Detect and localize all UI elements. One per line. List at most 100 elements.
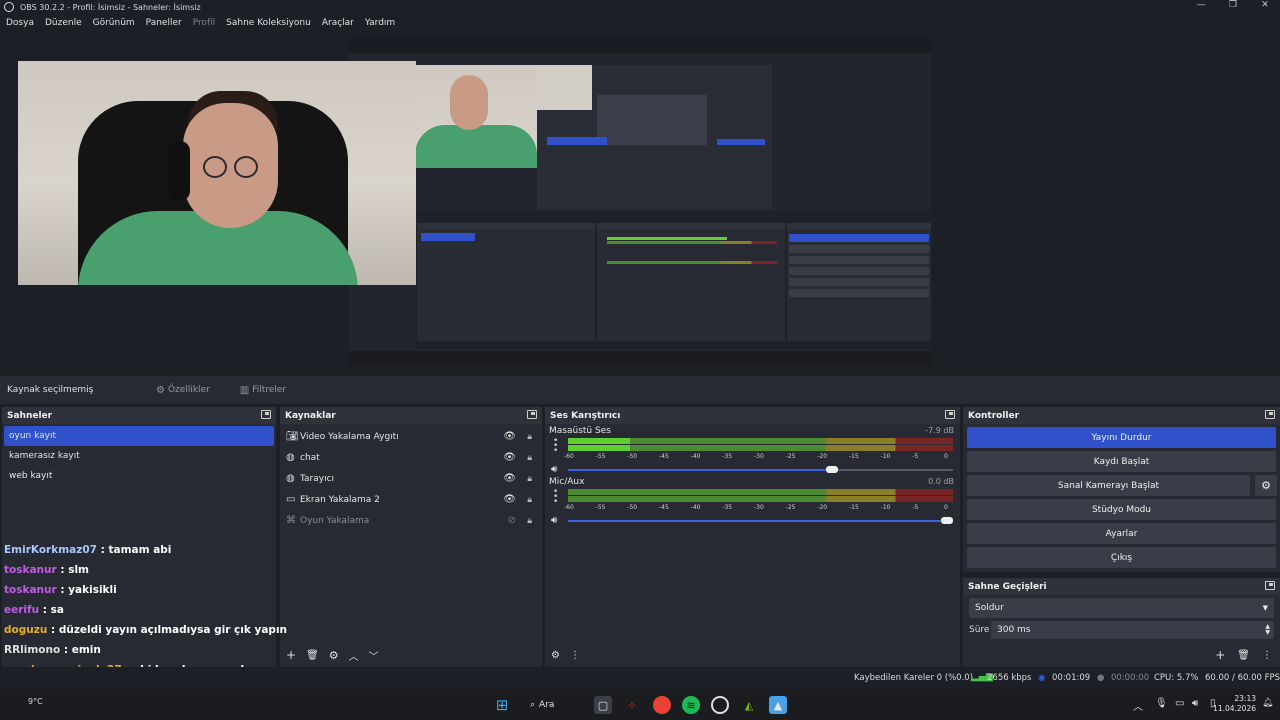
source-item[interactable]: ⌘ Oyun Yakalama ⊘ 🔒︎	[280, 510, 542, 531]
clock-date: 11.04.2026	[1213, 704, 1256, 713]
chat-message: toskanur : yakisikli	[4, 580, 274, 600]
taskbar: 9°C ⊞ ⌕ Ara ▢ ✧ ≋ ◭ ▲ ︿ 🎙︎ ▭ 🔊︎ ▯ 23:13 …	[0, 689, 1280, 720]
meter-tick-label: -15	[849, 453, 859, 460]
undock-icon[interactable]	[261, 410, 271, 419]
exit-button[interactable]: Çıkış	[967, 547, 1276, 568]
maximize-button[interactable]: ❐	[1224, 0, 1242, 10]
menu-view[interactable]: Görünüm	[93, 18, 135, 28]
close-button[interactable]: ✕	[1256, 0, 1274, 10]
source-item[interactable]: 📷︎ Video Yakalama Aygıtı 👁︎ 🔒︎	[280, 426, 542, 447]
scene-item-web-kayit[interactable]: web kayıt	[4, 466, 274, 486]
scenes-header: Sahneler	[2, 407, 276, 424]
menu-tools[interactable]: Araçlar	[322, 18, 354, 28]
network-icon[interactable]: ▭	[1175, 698, 1184, 709]
lock-icon[interactable]: 🔒︎	[527, 474, 532, 484]
spotify-icon[interactable]: ≋	[682, 696, 700, 714]
task-view-icon[interactable]: ▢	[594, 696, 612, 714]
slider-knob[interactable]	[941, 517, 953, 524]
chat-text: : tamam abi	[96, 544, 172, 556]
meter-tick-label: -55	[595, 453, 606, 460]
transition-select[interactable]: Soldur ▼	[969, 598, 1274, 618]
source-item[interactable]: ◍ chat 👁︎ 🔒︎	[280, 447, 542, 468]
undock-icon[interactable]	[527, 410, 537, 419]
transitions-footer: + 🗑︎ ⋮	[963, 643, 1280, 667]
add-transition-button[interactable]: +	[1215, 648, 1225, 662]
chat-username: toskanur	[4, 584, 57, 596]
undock-icon[interactable]	[945, 410, 955, 419]
taskbar-search[interactable]: ⌕ Ara	[530, 696, 588, 714]
sources-header: Kaynaklar	[280, 407, 542, 424]
duration-input[interactable]: 300 ms ▲ ▼	[991, 621, 1274, 639]
visibility-eye-icon[interactable]: 👁︎	[503, 431, 516, 442]
stop-streaming-button[interactable]: Yayını Durdur	[967, 427, 1276, 448]
properties-button[interactable]: ⚙ Özellikler	[150, 381, 216, 400]
meter-ticks: -60 -55 -50 -45 -40 -35 -30 -25 -20 -15 -10 -5 0	[564, 504, 958, 514]
move-down-button[interactable]: ﹀	[369, 648, 379, 663]
speaker-icon[interactable]: 🔊︎	[551, 515, 557, 526]
lock-icon[interactable]: 🔒︎	[527, 516, 532, 526]
controls-dock: Kontroller Yayını Durdur Kaydı Başlat Sa…	[963, 407, 1280, 572]
channel-menu-icon[interactable]: • • •	[553, 488, 558, 507]
menu-bar: Dosya Düzenle Görünüm Paneller Profil Sa…	[0, 14, 1280, 32]
undock-icon[interactable]	[1265, 410, 1275, 419]
source-item[interactable]: ▭ Ekran Yakalama 2 👁︎ 🔒︎	[280, 489, 542, 510]
obs-taskbar-icon[interactable]	[711, 696, 729, 714]
move-up-button[interactable]: ︿	[349, 648, 359, 663]
tray-overflow-icon[interactable]: ︿	[1133, 698, 1143, 713]
transition-menu-button[interactable]: ⋮	[1262, 650, 1272, 661]
audio-mixer-dock: Ses Karıştırıcı Masaüstü Ses -7.9 dB • • •…	[545, 407, 960, 667]
channel-menu-icon[interactable]: • • •	[553, 437, 558, 456]
remove-source-button[interactable]: 🗑︎	[306, 650, 319, 661]
taskbar-clock[interactable]: 23:13 11.04.2026	[1213, 694, 1256, 714]
chat-message: toskanur : slm	[4, 560, 274, 580]
channel-name: Mic/Aux	[549, 477, 585, 487]
slider-knob[interactable]	[825, 466, 838, 473]
visibility-hidden-icon[interactable]: ⊘	[508, 515, 516, 526]
meter-tick-label: -30	[754, 453, 764, 460]
microphone-icon[interactable]: 🎙︎	[1155, 698, 1168, 709]
volume-slider[interactable]	[568, 466, 953, 473]
menu-profile[interactable]: Profil	[193, 18, 215, 28]
menu-help[interactable]: Yardım	[365, 18, 395, 28]
start-virtual-camera-button[interactable]: Sanal Kamerayı Başlat ⚙	[967, 475, 1277, 496]
windows-start-icon[interactable]: ⊞	[493, 696, 511, 714]
notification-icon[interactable]: 🔔︎	[1262, 698, 1273, 708]
remove-transition-button[interactable]: 🗑︎	[1237, 650, 1250, 661]
menu-scene-collection[interactable]: Sahne Koleksiyonu	[226, 18, 311, 28]
volume-slider[interactable]	[568, 517, 953, 524]
lock-icon[interactable]: 🔒︎	[527, 495, 532, 505]
virtual-camera-settings-button[interactable]: ⚙	[1255, 475, 1277, 496]
chrome-icon[interactable]	[653, 696, 671, 714]
add-source-button[interactable]: +	[286, 648, 296, 662]
volume-icon[interactable]: 🔊︎	[1192, 698, 1198, 709]
scene-item-kamerasiz-kayit[interactable]: kamerasız kayıt	[4, 446, 274, 466]
mixer-menu-button[interactable]: ⋮	[570, 650, 580, 661]
weather-widget[interactable]: 9°C	[28, 697, 43, 706]
start-recording-button[interactable]: Kaydı Başlat	[967, 451, 1276, 472]
app-icon[interactable]: ✧	[623, 696, 641, 714]
meter-tick-label: -20	[817, 504, 828, 511]
undock-icon[interactable]	[1265, 581, 1275, 590]
speaker-icon[interactable]: 🔊︎	[551, 464, 557, 475]
lock-icon[interactable]: 🔒︎	[527, 432, 532, 442]
source-properties-button[interactable]: ⚙	[329, 649, 339, 662]
filters-button[interactable]: ▥ Filtreler	[234, 381, 292, 400]
spin-icon[interactable]: ▲ ▼	[1265, 624, 1270, 636]
studio-mode-button[interactable]: Stüdyo Modu	[967, 499, 1276, 520]
meter-tick-label: -5	[912, 453, 919, 460]
visibility-eye-icon[interactable]: 👁︎	[503, 473, 516, 484]
chat-username: toskanur	[4, 564, 57, 576]
nvidia-icon[interactable]: ◭	[740, 696, 758, 714]
menu-file[interactable]: Dosya	[6, 18, 34, 28]
scene-item-oyun-kayit[interactable]: oyun kayıt	[4, 426, 274, 446]
visibility-eye-icon[interactable]: 👁︎	[503, 494, 516, 505]
source-item[interactable]: ◍ Tarayıcı 👁︎ 🔒︎	[280, 468, 542, 489]
visibility-eye-icon[interactable]: 👁︎	[503, 452, 516, 463]
minimize-button[interactable]: —	[1192, 0, 1210, 10]
advanced-audio-button[interactable]: ⚙	[551, 650, 560, 661]
menu-docks[interactable]: Paneller	[146, 18, 182, 28]
settings-button[interactable]: Ayarlar	[967, 523, 1276, 544]
photos-icon[interactable]: ▲	[769, 696, 787, 714]
lock-icon[interactable]: 🔒︎	[527, 453, 532, 463]
menu-edit[interactable]: Düzenle	[45, 18, 82, 28]
